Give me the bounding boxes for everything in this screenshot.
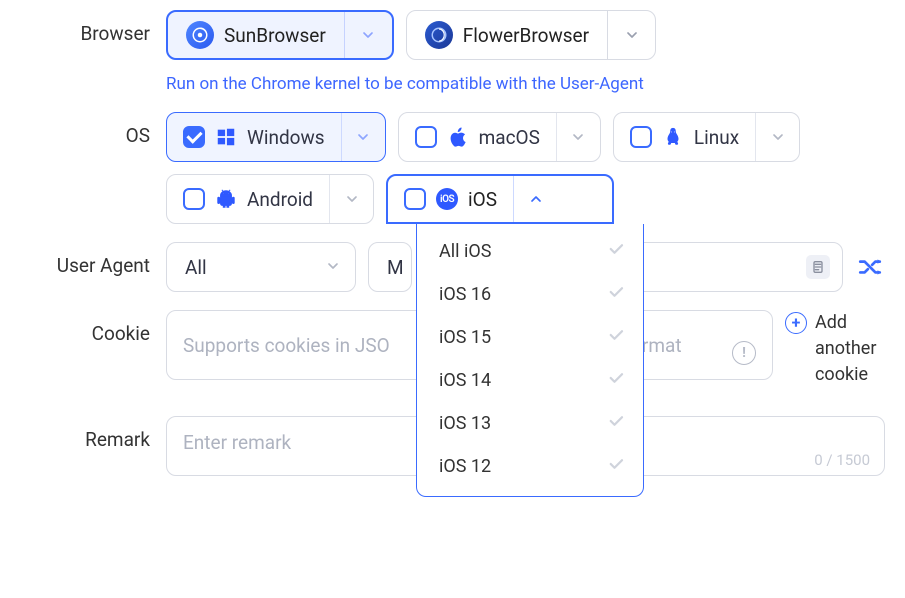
checkbox-icon[interactable] bbox=[183, 126, 205, 148]
ios-version-item[interactable]: iOS 16 bbox=[417, 273, 643, 316]
browser-option-label: FlowerBrowser bbox=[463, 24, 589, 47]
dropdown-item-label: All iOS bbox=[439, 241, 491, 262]
checkbox-icon[interactable] bbox=[630, 126, 652, 148]
os-option-windows[interactable]: Windows bbox=[166, 112, 386, 162]
ios-version-item[interactable]: iOS 14 bbox=[417, 359, 643, 402]
ios-version-item[interactable]: All iOS bbox=[417, 230, 643, 273]
add-cookie-label: Add another cookie bbox=[815, 310, 885, 388]
dropdown-item-label: iOS 14 bbox=[439, 370, 491, 391]
select-value: M bbox=[387, 256, 404, 279]
linux-icon bbox=[662, 126, 684, 148]
checkbox-icon[interactable] bbox=[415, 126, 437, 148]
add-another-cookie-button[interactable]: + Add another cookie bbox=[785, 310, 885, 388]
chevron-down-icon[interactable] bbox=[329, 175, 373, 223]
chevron-up-icon[interactable] bbox=[513, 176, 557, 222]
ios-icon: iOS bbox=[436, 188, 458, 210]
flowerbrowser-icon bbox=[425, 21, 453, 49]
cookie-label: Cookie bbox=[10, 310, 150, 345]
check-icon bbox=[607, 412, 625, 435]
shuffle-button[interactable] bbox=[855, 252, 885, 282]
ios-version-item[interactable]: iOS 12 bbox=[417, 445, 643, 488]
check-icon bbox=[607, 240, 625, 263]
os-option-ios[interactable]: iOS iOS bbox=[386, 174, 614, 224]
os-option-label: iOS bbox=[468, 188, 497, 211]
os-option-macos[interactable]: macOS bbox=[398, 112, 601, 162]
ios-version-dropdown[interactable]: All iOS iOS 16 iOS 15 iOS 14 iOS 13 iOS … bbox=[416, 224, 644, 497]
checkbox-icon[interactable] bbox=[183, 188, 205, 210]
remark-placeholder: Enter remark bbox=[183, 431, 291, 454]
info-icon[interactable]: ! bbox=[732, 341, 756, 365]
chevron-down-icon[interactable] bbox=[556, 113, 600, 161]
check-icon bbox=[607, 369, 625, 392]
check-icon bbox=[607, 455, 625, 478]
checkbox-icon[interactable] bbox=[404, 188, 426, 210]
chevron-down-icon bbox=[325, 256, 341, 279]
ios-version-item[interactable]: iOS 15 bbox=[417, 316, 643, 359]
browser-option-label: SunBrowser bbox=[224, 24, 326, 47]
android-icon bbox=[215, 188, 237, 210]
select-value: All bbox=[185, 256, 207, 279]
dropdown-item-label: iOS 15 bbox=[439, 327, 491, 348]
chevron-down-icon[interactable] bbox=[344, 12, 392, 58]
windows-icon bbox=[215, 126, 237, 148]
dropdown-item-label: iOS 16 bbox=[439, 284, 491, 305]
dropdown-item-label: iOS 12 bbox=[439, 456, 491, 477]
check-icon bbox=[607, 283, 625, 306]
remark-char-counter: 0 / 1500 bbox=[814, 451, 870, 469]
browser-kernel-note: Run on the Chrome kernel to be compatibl… bbox=[166, 74, 885, 94]
os-option-label: Linux bbox=[694, 126, 739, 149]
browser-option-flowerbrowser[interactable]: FlowerBrowser bbox=[406, 10, 656, 60]
sunbrowser-icon bbox=[186, 21, 214, 49]
ios-version-item[interactable]: iOS 13 bbox=[417, 402, 643, 445]
os-option-label: Windows bbox=[247, 126, 325, 149]
user-agent-version-select[interactable]: M bbox=[368, 242, 412, 292]
remark-label: Remark bbox=[10, 416, 150, 451]
chevron-down-icon[interactable] bbox=[341, 113, 385, 161]
os-option-android[interactable]: Android bbox=[166, 174, 374, 224]
check-icon bbox=[607, 326, 625, 349]
user-agent-label: User Agent bbox=[10, 242, 150, 277]
chevron-down-icon[interactable] bbox=[607, 11, 655, 59]
browser-option-sunbrowser[interactable]: SunBrowser bbox=[166, 10, 394, 60]
os-option-linux[interactable]: Linux bbox=[613, 112, 800, 162]
os-label: OS bbox=[10, 112, 150, 147]
plus-icon: + bbox=[785, 312, 807, 334]
os-option-label: Android bbox=[247, 188, 313, 211]
chevron-down-icon[interactable] bbox=[755, 113, 799, 161]
user-agent-system-select[interactable]: All bbox=[166, 242, 356, 292]
apple-icon bbox=[447, 126, 469, 148]
os-option-label: macOS bbox=[479, 126, 540, 149]
browser-label: Browser bbox=[10, 10, 150, 45]
clipboard-icon[interactable] bbox=[806, 255, 830, 279]
dropdown-item-label: iOS 13 bbox=[439, 413, 491, 434]
